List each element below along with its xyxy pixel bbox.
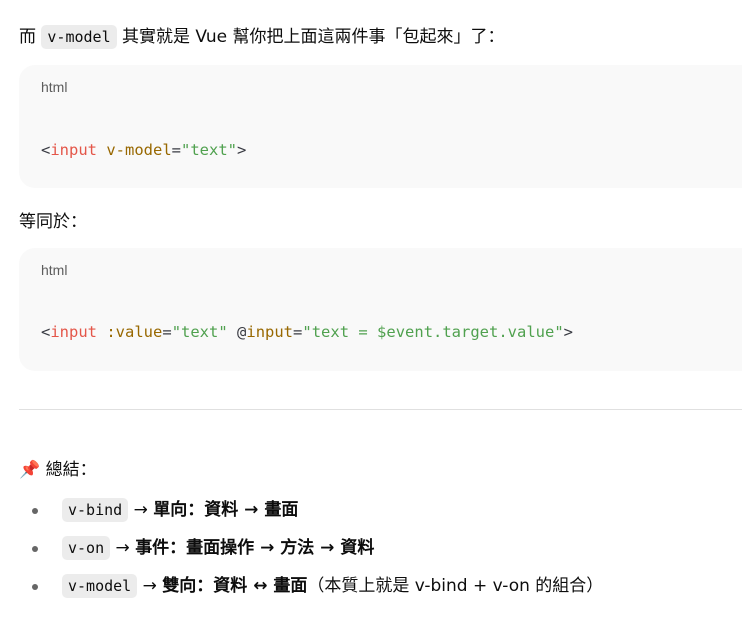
code-token: v-model	[97, 141, 172, 159]
item-bold-text: 單向：資料 → 畫面	[153, 500, 299, 520]
item-text: （本質上就是 v-bind + v-on 的組合）	[307, 576, 604, 596]
intro-prefix: 而	[19, 27, 36, 47]
arrow: →	[128, 500, 154, 520]
code-token: <	[41, 141, 51, 159]
pushpin-icon: 📌	[19, 460, 41, 480]
code-token: "text"	[181, 141, 238, 159]
code-line: <input :value="text" @input="text = $eve…	[41, 323, 573, 341]
code-token: "text"	[171, 323, 228, 341]
code-language-label: html	[41, 79, 68, 95]
list-item: v-on → 事件：畫面操作 → 方法 → 資料	[19, 531, 603, 569]
divider	[19, 409, 742, 410]
inline-code: v-model	[62, 574, 138, 598]
code-token: :value	[97, 323, 163, 341]
code-token: input	[50, 141, 98, 159]
item-bold-text: 雙向：資料 ↔ 畫面	[162, 576, 308, 596]
code-token: input	[50, 323, 98, 341]
arrow: →	[110, 538, 136, 558]
code-token: =	[171, 141, 182, 159]
item-bold-text: 事件：畫面操作 → 方法 → 資料	[135, 538, 375, 558]
inline-code: v-model	[41, 25, 117, 49]
code-block: html <input v-model="text">	[19, 65, 742, 188]
code-block: html <input :value="text" @input="text =…	[19, 248, 742, 371]
code-token: >	[563, 323, 574, 341]
equivalent-label: 等同於：	[19, 212, 87, 232]
intro-paragraph: 而 v-model 其實就是 Vue 幫你把上面這兩件事「包起來」了：	[19, 22, 505, 49]
code-token: >	[237, 141, 247, 159]
code-token: <	[41, 323, 51, 341]
arrow: →	[137, 576, 163, 596]
intro-suffix: 其實就是 Vue 幫你把上面這兩件事「包起來」了：	[122, 27, 505, 47]
summary-title: 總結：	[45, 460, 97, 480]
code-token: =	[293, 323, 303, 341]
list-item: v-bind → 單向：資料 → 畫面	[19, 493, 603, 531]
summary-heading: 📌 總結：	[19, 455, 97, 480]
list-item: v-model → 雙向：資料 ↔ 畫面（本質上就是 v-bind + v-on…	[19, 569, 603, 607]
code-token: "text = $event.target.value"	[302, 323, 564, 341]
inline-code: v-on	[62, 536, 111, 560]
inline-code: v-bind	[62, 498, 129, 522]
code-token: =	[162, 323, 172, 341]
code-line: <input v-model="text">	[41, 141, 246, 159]
code-language-label: html	[41, 262, 68, 278]
code-token: @	[227, 323, 247, 341]
code-token: input	[246, 323, 294, 341]
summary-list: v-bind → 單向：資料 → 畫面 v-on → 事件：畫面操作 → 方法 …	[19, 493, 603, 607]
